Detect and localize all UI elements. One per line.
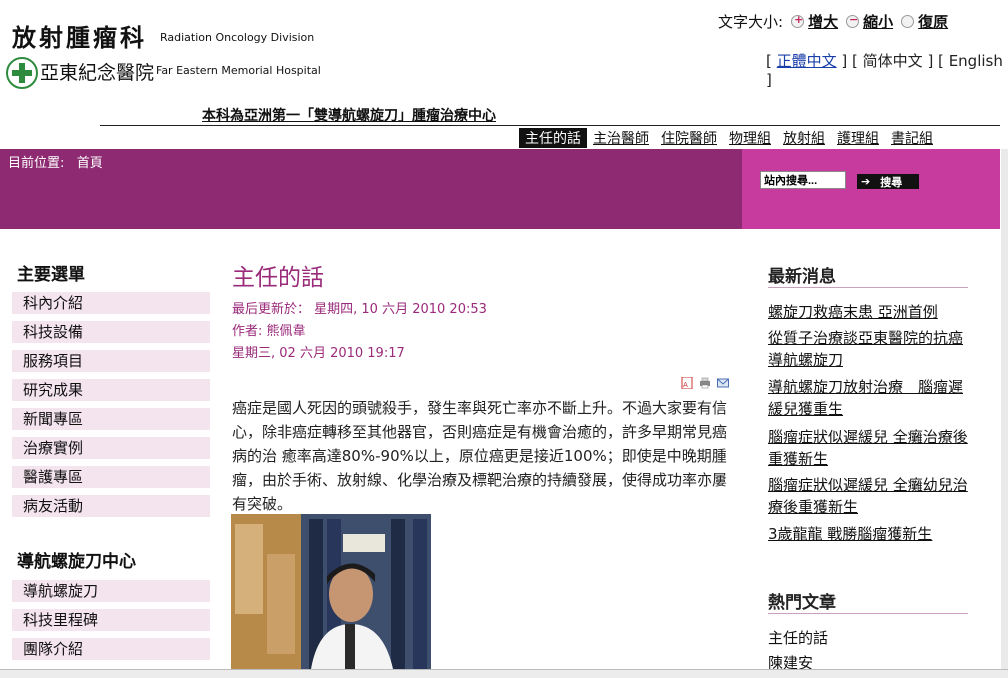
font-increase-link[interactable]: 增大	[808, 11, 838, 32]
increase-radio-icon[interactable]	[791, 13, 805, 28]
menu-item[interactable]: 科技設備	[12, 321, 210, 343]
pdf-icon[interactable]: A	[681, 377, 693, 389]
lang-simplified-link[interactable]: 简体中文	[863, 52, 923, 70]
top-nav: 主任的話 主治醫師 住院醫師 物理組 放射組 護理組 書記組	[519, 128, 939, 148]
article-title: 主任的話	[232, 265, 324, 291]
news-title: 最新消息	[768, 267, 836, 287]
site-title-en: Radiation Oncology Division	[160, 31, 315, 44]
news-item[interactable]: 腦瘤症狀似遲緩兒 全癱治療後重獲新生	[768, 426, 968, 470]
director-photo	[231, 514, 431, 669]
arrow-right-icon: ➔	[861, 175, 871, 188]
reset-radio-icon[interactable]	[901, 15, 915, 28]
article-author: 作者: 熊佩韋	[232, 324, 306, 339]
article-date: 星期三, 02 六月 2010 19:17	[232, 346, 405, 361]
article-tools: A	[681, 377, 729, 389]
menu-item[interactable]: 新聞專區	[12, 408, 210, 430]
menu-item[interactable]: 研究成果	[12, 379, 210, 401]
news-item[interactable]: 螺旋刀救癌末患 亞洲首例	[768, 301, 968, 323]
svg-text:A: A	[683, 381, 688, 389]
menu-item[interactable]: 治療實例	[12, 437, 210, 459]
hospital-name-en: Far Eastern Memorial Hospital	[156, 64, 321, 77]
breadcrumb-label: 目前位置:	[8, 156, 65, 171]
menu-item[interactable]: 導航螺旋刀	[12, 580, 210, 602]
search-button[interactable]: ➔ 搜尋	[857, 174, 919, 189]
search-band	[742, 149, 1000, 229]
lang-english-link[interactable]: English	[949, 52, 1003, 70]
news-item[interactable]: 導航螺旋刀放射治療 腦瘤遲緩兒獲重生	[768, 376, 968, 420]
nav-radiation[interactable]: 放射組	[777, 128, 831, 148]
email-icon[interactable]	[717, 377, 729, 389]
font-reset-link[interactable]: 復原	[918, 11, 948, 32]
breadcrumb-band	[0, 149, 742, 229]
site-title: 放射腫瘤科	[12, 23, 147, 52]
decrease-radio-icon[interactable]	[846, 13, 860, 28]
menu-item[interactable]: 科技里程碑	[12, 609, 210, 631]
news-item[interactable]: 從質子治療談亞東醫院的抗癌導航螺旋刀	[768, 327, 968, 371]
lang-traditional-link[interactable]: 正體中文	[777, 52, 837, 70]
menu-item[interactable]: 團隊介紹	[12, 638, 210, 660]
banner-marquee[interactable]: 本科為亞洲第一「雙導航螺旋刀」腫瘤治療中心	[202, 105, 496, 125]
language-switcher: [ 正體中文 ] [ 简体中文 ] [ English ]	[766, 52, 1003, 89]
search-button-label: 搜尋	[880, 175, 903, 189]
menu-item[interactable]: 科內介紹	[12, 292, 210, 314]
popular-divider	[768, 613, 968, 614]
nav-physics[interactable]: 物理組	[723, 128, 777, 148]
popular-item[interactable]: 主任的話	[768, 627, 968, 649]
font-size-controls: 文字大小: 增大 縮小 復原	[718, 11, 948, 32]
article-body: 癌症是國人死因的頭號殺手，發生率與死亡率亦不斷上升。不過大家要有信心，除非癌症轉…	[232, 399, 728, 513]
font-size-label: 文字大小:	[718, 13, 784, 31]
nav-clerk[interactable]: 書記組	[885, 128, 939, 148]
breadcrumb: 目前位置: 首頁	[8, 152, 103, 171]
hospital-logo-icon	[6, 57, 38, 89]
nav-nursing[interactable]: 護理組	[831, 128, 885, 148]
news-divider	[768, 287, 968, 288]
nav-resident[interactable]: 住院醫師	[655, 128, 723, 148]
nav-attending[interactable]: 主治醫師	[587, 128, 655, 148]
search-input[interactable]	[760, 171, 846, 189]
hospital-name: 亞東紀念醫院	[40, 62, 155, 84]
menu-item[interactable]: 服務項目	[12, 350, 210, 372]
breadcrumb-home[interactable]: 首頁	[77, 156, 103, 171]
menu-item[interactable]: 病友活動	[12, 495, 210, 517]
print-icon[interactable]	[699, 377, 711, 389]
tomo-menu-title: 導航螺旋刀中心	[17, 552, 136, 572]
font-decrease-link[interactable]: 縮小	[863, 11, 893, 32]
header-divider	[100, 125, 1000, 126]
article-updated: 最后更新於： 星期四, 10 六月 2010 20:53	[232, 302, 487, 317]
popular-title: 熱門文章	[768, 593, 836, 613]
news-item[interactable]: 3歲龍龍 戰勝腦瘤獲新生	[768, 523, 968, 545]
vertical-scrollbar[interactable]	[1001, 149, 1008, 677]
nav-director[interactable]: 主任的話	[519, 128, 587, 148]
news-item[interactable]: 腦瘤症狀似遲緩兒 全癱幼兒治療後重獲新生	[768, 474, 968, 518]
menu-item[interactable]: 醫護專區	[12, 466, 210, 488]
main-menu-title: 主要選單	[17, 265, 85, 285]
